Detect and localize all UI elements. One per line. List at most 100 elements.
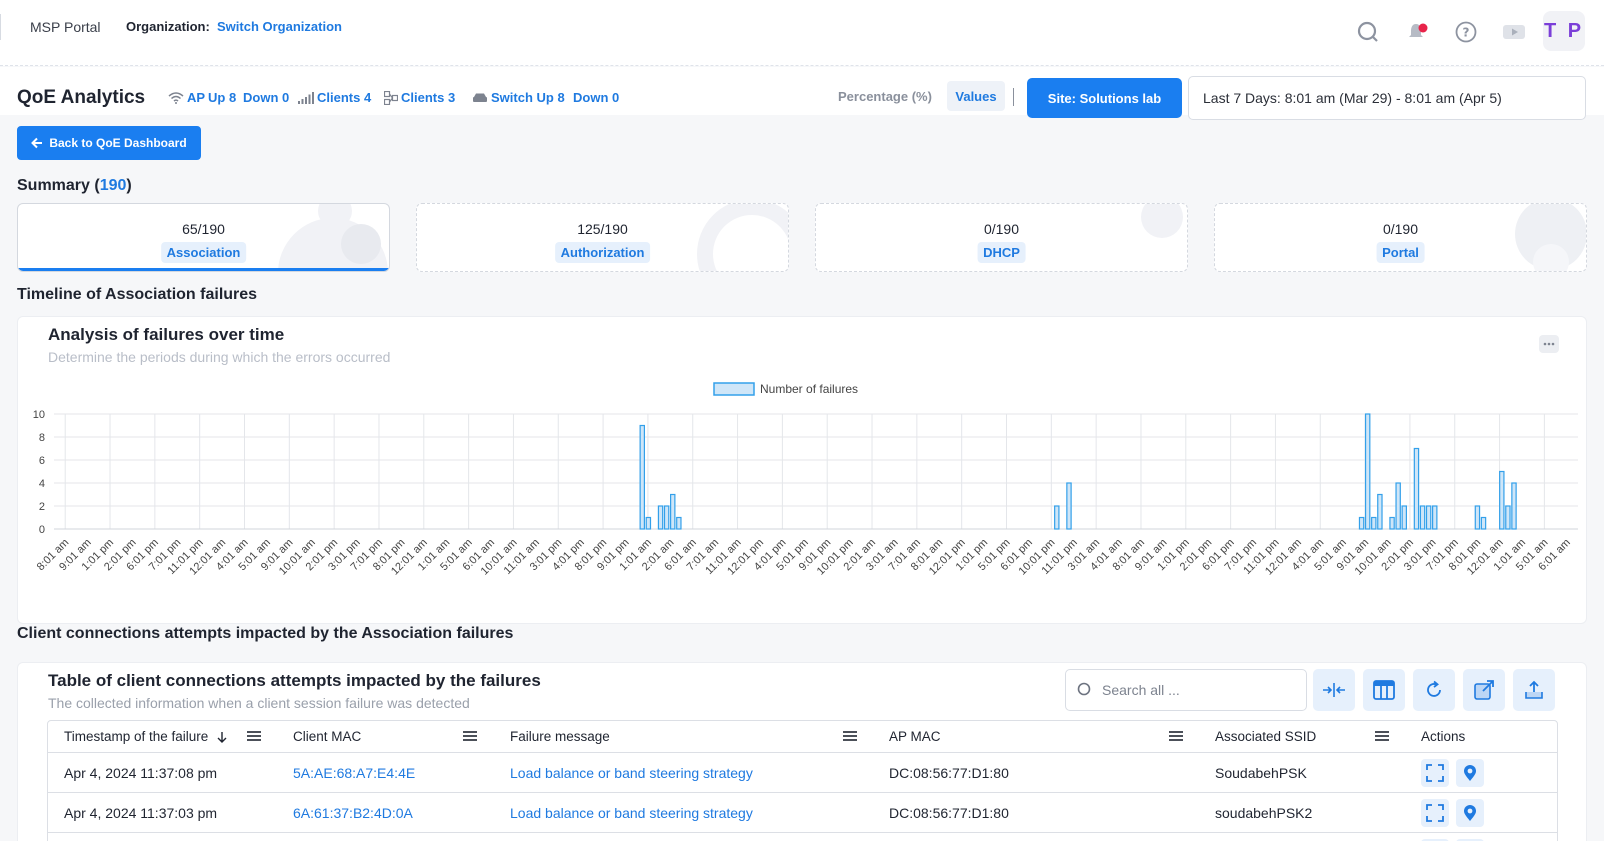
client-mac-link[interactable]: 5A:AE:68:A7:E4:4E <box>293 753 415 792</box>
locate-button[interactable] <box>1456 799 1484 827</box>
bar <box>1371 516 1377 530</box>
summary-title: Summary (190) <box>17 177 132 194</box>
switch-icon <box>473 93 487 102</box>
failures-chart-panel: Analysis of failures over time Determine… <box>17 316 1587 624</box>
summary-card-authorization[interactable]: 125/190 Authorization <box>416 203 789 272</box>
divider <box>0 14 1 40</box>
column-menu-icon[interactable] <box>1169 730 1183 742</box>
active-indicator <box>18 268 389 271</box>
expand-icon <box>1426 804 1444 822</box>
switch-up-link[interactable]: Switch Up 8 <box>472 90 565 105</box>
column-menu-icon[interactable] <box>247 730 261 742</box>
bar <box>1401 505 1407 530</box>
locate-button[interactable] <box>1456 759 1484 787</box>
page-title: QoE Analytics <box>17 87 146 108</box>
bar <box>645 516 652 530</box>
bar <box>1505 505 1511 530</box>
bar <box>663 505 670 530</box>
switch-down-link[interactable]: Down 0 <box>573 90 619 105</box>
bar <box>1395 482 1401 530</box>
help-icon[interactable]: ? <box>1448 14 1484 50</box>
bar <box>1066 482 1072 530</box>
column-header-ssid[interactable]: Associated SSID <box>1215 721 1316 752</box>
column-header-client-mac[interactable]: Client MAC <box>293 721 361 752</box>
bar <box>1377 493 1383 530</box>
timestamp-cell: Apr 4, 2024 11:37:03 pm <box>64 804 218 821</box>
percentage-toggle[interactable]: Percentage (%) <box>838 89 932 104</box>
column-header-failure-message[interactable]: Failure message <box>510 721 610 752</box>
back-to-dashboard-button[interactable]: Back to QoE Dashboard <box>17 126 201 160</box>
card-value: 0/190 <box>983 221 1020 237</box>
table-row <box>48 833 1557 841</box>
avatar[interactable]: T P <box>1543 11 1585 51</box>
divider <box>1013 88 1014 106</box>
failure-message-link[interactable]: Load balance or band steering strategy <box>510 793 753 832</box>
summary-card-portal[interactable]: 0/190 Portal <box>1214 203 1587 272</box>
location-pin-icon <box>1464 805 1476 821</box>
card-label: Portal <box>1376 242 1425 263</box>
top-bar: MSP Portal Organization: Switch Organiza… <box>0 0 1604 66</box>
export-button[interactable] <box>1513 669 1555 711</box>
collapse-columns-button[interactable] <box>1313 669 1355 711</box>
refresh-button[interactable] <box>1413 669 1455 711</box>
values-toggle[interactable]: Values <box>947 81 1005 111</box>
column-menu-icon[interactable] <box>1375 730 1389 742</box>
ap-mac-cell: DC:08:56:77:D1:80 <box>889 764 1009 781</box>
card-label: DHCP <box>977 242 1026 263</box>
sort-down-icon[interactable] <box>216 731 228 743</box>
impact-section-title: Client connections attempts impacted by … <box>17 625 514 642</box>
card-decoration <box>1533 244 1569 271</box>
expand-button[interactable] <box>1421 799 1449 827</box>
wifi-icon <box>168 91 184 104</box>
failure-message-link[interactable]: Load balance or band steering strategy <box>510 753 753 792</box>
ap-stat[interactable]: AP <box>168 90 205 105</box>
open-external-button[interactable] <box>1463 669 1505 711</box>
search-placeholder: Search all ... <box>1102 682 1180 698</box>
ap-down-link[interactable]: Down 0 <box>243 90 289 105</box>
wireless-clients-link[interactable]: Clients 4 <box>298 90 371 105</box>
summary-card-dhcp[interactable]: 0/190 DHCP <box>815 203 1188 272</box>
timeline-section-title: Timeline of Association failures <box>17 286 258 303</box>
y-tick-label: 0 <box>39 524 45 536</box>
wired-clients-link[interactable]: Clients 3 <box>384 90 455 105</box>
bar <box>1511 482 1517 530</box>
compress-icon <box>1323 683 1345 697</box>
bell-icon[interactable] <box>1400 14 1436 50</box>
site-selector-button[interactable]: Site: Solutions lab <box>1027 78 1182 118</box>
column-menu-icon[interactable] <box>843 730 857 742</box>
arrow-left-icon <box>31 137 43 149</box>
card-label: Association <box>160 242 247 263</box>
card-decoration <box>697 204 788 271</box>
date-range-picker[interactable]: Last 7 Days: 8:01 am (Mar 29) - 8:01 am … <box>1188 76 1586 120</box>
analytics-header: QoE Analytics AP Up 8 Down 0 Clients 4 C… <box>0 67 1604 120</box>
column-header-ap-mac[interactable]: AP MAC <box>889 721 941 752</box>
bar <box>657 505 664 530</box>
card-value: 125/190 <box>577 221 628 237</box>
expand-icon <box>1426 764 1444 782</box>
search-icon[interactable] <box>1350 14 1386 50</box>
column-menu-icon[interactable] <box>463 730 477 742</box>
legend-swatch <box>713 382 755 396</box>
bar <box>1474 505 1481 530</box>
summary-count: 190 <box>99 177 127 194</box>
y-tick-label: 2 <box>39 501 45 513</box>
failures-bar-chart: 02468108:01 am9:01 am1:01 pm2:01 pm6:01 … <box>33 382 1578 578</box>
y-tick-label: 10 <box>33 409 45 421</box>
bar <box>1358 516 1365 530</box>
bar <box>1432 505 1438 530</box>
video-icon[interactable] <box>1496 14 1532 50</box>
switch-organization-link[interactable]: Switch Organization <box>217 19 342 34</box>
ap-up-link[interactable]: Up 8 <box>208 90 236 105</box>
bar <box>1419 505 1426 530</box>
columns-layout-button[interactable] <box>1363 669 1405 711</box>
client-mac-link[interactable]: 6A:61:37:B2:4D:0A <box>293 793 413 832</box>
table-title: Table of client connections attempts imp… <box>48 671 541 690</box>
search-input[interactable]: Search all ... <box>1065 669 1307 711</box>
search-icon <box>1077 682 1091 696</box>
network-icon <box>384 90 398 105</box>
bar <box>1413 447 1420 530</box>
summary-card-association[interactable]: 65/190 Association <box>17 203 390 272</box>
column-header-timestamp[interactable]: Timestamp of the failure <box>64 721 228 752</box>
table-header-row: Timestamp of the failure Client MAC Fail… <box>48 721 1557 753</box>
expand-button[interactable] <box>1421 759 1449 787</box>
